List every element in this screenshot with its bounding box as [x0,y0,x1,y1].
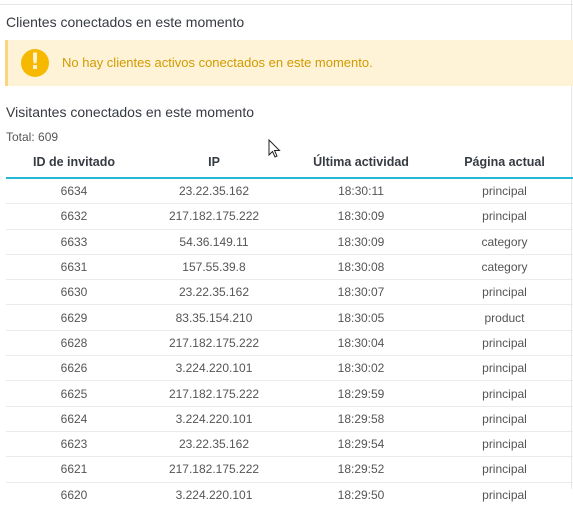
table-row: 6623 23.22.35.162 18:29:54 principal [6,431,573,458]
ip-cell: 23.22.35.162 [142,178,286,205]
visitors-total: Total: 609 [6,130,59,144]
current-page-cell: principal [436,456,573,483]
table-row: 6628 217.182.175.222 18:30:04 principal [6,330,573,357]
last-activity-cell: 18:30:09 [286,203,436,230]
table-row: 6631 157.55.39.8 18:30:08 category [6,254,573,281]
visitors-table: ID de invitado IP Última actividad Págin… [6,147,573,507]
current-page-cell: principal [436,203,573,230]
column-header-current-page[interactable]: Página actual [436,147,573,179]
guest-id-cell: 6625 [6,380,142,407]
last-activity-cell: 18:30:09 [286,229,436,255]
guest-id-cell: 6626 [6,355,142,382]
last-activity-cell: 18:29:52 [286,456,436,483]
column-header-last-activity[interactable]: Última actividad [286,147,436,179]
last-activity-cell: 18:29:59 [286,380,436,407]
current-page-cell: principal [436,178,573,205]
guest-id-cell: 6628 [6,330,142,357]
ip-cell: 217.182.175.222 [142,456,286,483]
current-page-cell: principal [436,380,573,407]
table-header-row: ID de invitado IP Última actividad Págin… [6,147,573,179]
table-row: 6620 3.224.220.101 18:29:50 principal [6,482,573,507]
exclamation-circle-icon: ! [21,49,49,77]
last-activity-cell: 18:29:54 [286,431,436,458]
last-activity-cell: 18:30:11 [286,178,436,205]
current-page-cell: category [436,229,573,255]
guest-id-cell: 6634 [6,178,142,205]
column-header-guest-id[interactable]: ID de invitado [6,147,142,179]
top-divider [0,4,573,5]
current-page-cell: principal [436,406,573,432]
visitors-section-title: Visitantes conectados en este momento [6,104,255,120]
customers-section-title: Clientes conectados en este momento [6,14,245,30]
guest-id-cell: 6630 [6,279,142,306]
alert-message: No hay clientes activos conectados en es… [62,55,373,70]
ip-cell: 157.55.39.8 [142,254,286,281]
table-row: 6626 3.224.220.101 18:30:02 principal [6,355,573,382]
mouse-pointer-icon [268,139,281,158]
current-page-cell: principal [436,279,573,306]
table-row: 6629 83.35.154.210 18:30:05 product [6,304,573,331]
column-header-ip[interactable]: IP [142,147,286,179]
guest-id-cell: 6629 [6,304,142,331]
guest-id-cell: 6623 [6,431,142,458]
guest-id-cell: 6620 [60,487,88,502]
current-page-cell: product [436,304,573,331]
last-activity-cell: 18:29:50 [337,487,385,502]
last-activity-cell: 18:29:58 [286,406,436,432]
guest-id-cell: 6621 [6,456,142,483]
table-row: 6624 3.224.220.101 18:29:58 principal [6,406,573,432]
table-row: 6633 54.36.149.11 18:30:09 category [6,229,573,255]
ip-cell: 23.22.35.162 [142,431,286,458]
guest-id-cell: 6624 [6,406,142,432]
table-row: 6630 23.22.35.162 18:30:07 principal [6,279,573,306]
current-page-cell: principal [436,330,573,357]
ip-cell: 217.182.175.222 [142,330,286,357]
table-row: 6634 23.22.35.162 18:30:11 principal [6,178,573,205]
last-activity-cell: 18:30:05 [286,304,436,331]
ip-cell: 23.22.35.162 [142,279,286,306]
current-page-cell: category [436,254,573,281]
ip-cell: 3.224.220.101 [142,355,286,382]
last-activity-cell: 18:30:04 [286,330,436,357]
table-row: 6625 217.182.175.222 18:29:59 principal [6,380,573,407]
last-activity-cell: 18:30:08 [286,254,436,281]
last-activity-cell: 18:30:07 [286,279,436,306]
table-row: 6632 217.182.175.222 18:30:09 principal [6,203,573,230]
current-page-cell: principal [436,355,573,382]
current-page-cell: principal [482,487,527,502]
ip-cell: 3.224.220.101 [175,487,253,502]
guest-id-cell: 6633 [6,229,142,255]
ip-cell: 54.36.149.11 [142,229,286,255]
ip-cell: 83.35.154.210 [142,304,286,331]
guest-id-cell: 6631 [6,254,142,281]
no-customers-alert: ! No hay clientes activos conectados en … [5,40,573,86]
last-activity-cell: 18:30:02 [286,355,436,382]
current-page-cell: principal [436,431,573,458]
ip-cell: 217.182.175.222 [142,203,286,230]
ip-cell: 217.182.175.222 [142,380,286,407]
guest-id-cell: 6632 [6,203,142,230]
ip-cell: 3.224.220.101 [142,406,286,432]
table-row: 6621 217.182.175.222 18:29:52 principal [6,456,573,483]
